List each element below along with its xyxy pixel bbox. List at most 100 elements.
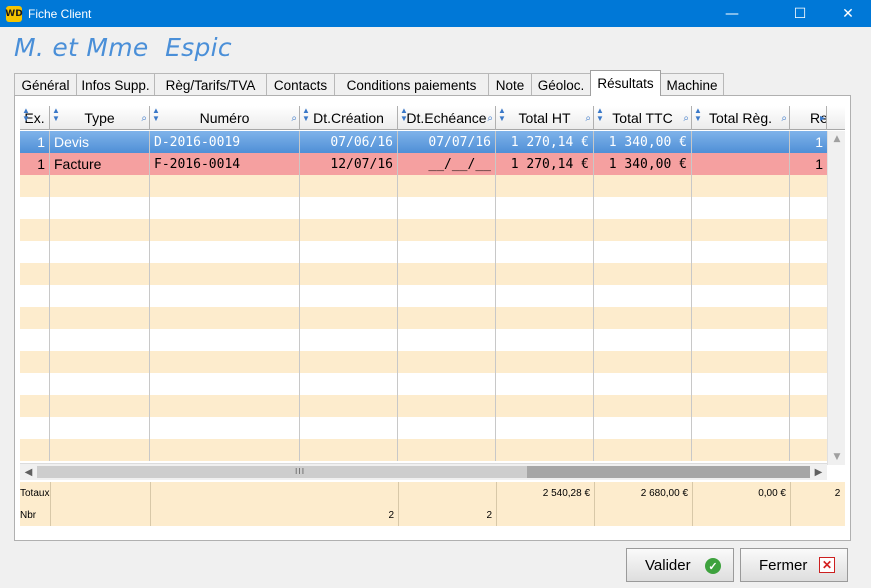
scrollbar-track[interactable] [527,466,810,478]
table-cell [790,395,827,417]
table-cell [50,329,150,351]
col-header-dt-creation[interactable]: ▲ ▼ Dt.Création [300,106,398,130]
sort-arrows-icon[interactable]: ▲ ▼ [52,107,60,123]
table-cell [496,329,594,351]
total-ht-sum: 2 540,28 € [542,487,590,499]
sort-arrows-icon[interactable]: ▲ ▼ [400,107,408,123]
horizontal-scrollbar[interactable]: ◀ III ▶ [20,463,827,480]
table-cell [398,373,496,395]
table-row[interactable] [20,241,827,263]
magnifier-icon[interactable]: ⌕ [585,113,591,124]
magnifier-icon[interactable]: ⌕ [781,113,787,124]
table-row[interactable] [20,439,827,461]
tab-machine[interactable]: Machine [660,73,724,96]
scroll-up-icon[interactable]: ▲ [828,131,846,147]
col-header-total-ttc[interactable]: ▲ ▼ Total TTC ⌕ [594,106,692,130]
sort-arrows-icon[interactable]: ▲ ▼ [302,107,310,123]
maximize-button[interactable]: ☐ [777,0,823,27]
tab-contacts[interactable]: Contacts [266,73,335,96]
table-cell [790,329,827,351]
table-row[interactable] [20,219,827,241]
cell-dt-echeance: __/__/__ [398,153,496,175]
table-row[interactable] [20,197,827,219]
tab-conditions-paiements[interactable]: Conditions paiements [334,73,489,96]
sort-arrows-icon[interactable]: ▲ ▼ [596,107,604,123]
table-cell [300,197,398,219]
table-cell [790,219,827,241]
table-row-facture[interactable]: 1 Facture F-2016-0014 12/07/16 __/__/__ … [20,153,827,175]
table-row[interactable] [20,175,827,197]
col-header-numero[interactable]: ▲ ▼ Numéro ⌕ [150,106,300,130]
close-button[interactable]: Fermer ✕ [740,548,848,582]
col-header-type[interactable]: ▲ ▼ Type ⌕ [50,106,150,130]
table-cell [692,285,790,307]
tab-reg-tarifs-tva[interactable]: Règ/Tarifs/TVA [154,73,267,96]
table-cell [300,219,398,241]
scroll-down-icon[interactable]: ▼ [828,449,846,465]
close-window-button[interactable]: ✕ [825,0,871,27]
table-cell [300,241,398,263]
table-cell [692,307,790,329]
table-cell [790,351,827,373]
table-cell [692,175,790,197]
tab-infos-supp[interactable]: Infos Supp. [76,73,155,96]
tab-resultats[interactable]: Résultats [590,70,661,96]
table-row-devis[interactable]: 1 Devis D-2016-0019 07/06/16 07/07/16 1 … [20,131,827,153]
table-cell [300,439,398,461]
grip-icon: III [295,467,306,476]
table-row[interactable] [20,329,827,351]
table-cell [20,439,50,461]
scroll-right-small-icon[interactable]: ▸ [820,113,825,124]
cell-re: 1 [815,156,823,172]
window-title: Fiche Client [28,6,92,21]
table-cell [150,263,300,285]
sort-arrows-icon[interactable]: ▲ ▼ [22,107,30,123]
table-row[interactable] [20,351,827,373]
minimize-button[interactable]: — [709,0,755,27]
tab-general[interactable]: Général [14,73,77,96]
table-cell [496,175,594,197]
table-cell [496,351,594,373]
col-header-re[interactable]: Re ▸ [790,106,827,130]
table-cell [594,329,692,351]
table-row[interactable] [20,285,827,307]
sort-arrows-icon[interactable]: ▲ ▼ [498,107,506,123]
table-cell [398,175,496,197]
table-cell [398,395,496,417]
col-header-total-reg[interactable]: ▲ ▼ Total Règ. ⌕ [692,106,790,130]
table-header: ▲ ▼ Ex. ▲ ▼ Type ⌕ ▲ ▼ Numéro ⌕ ▲ ▼ Dt.Créat… [20,106,845,130]
table-cell [692,439,790,461]
table-cell [594,439,692,461]
table-row[interactable] [20,373,827,395]
table-row[interactable] [20,263,827,285]
tab-geoloc[interactable]: Géoloc. [531,73,591,96]
sort-arrows-icon[interactable]: ▲ ▼ [152,107,160,123]
sort-arrows-icon[interactable]: ▲ ▼ [694,107,702,123]
magnifier-icon[interactable]: ⌕ [487,113,493,124]
table-cell [150,329,300,351]
total-re-sum: 2 [834,487,841,499]
scrollbar-thumb[interactable]: III [37,466,527,478]
scroll-right-icon[interactable]: ▶ [810,464,827,481]
table-row[interactable] [20,395,827,417]
tab-note[interactable]: Note [488,73,532,96]
magnifier-icon[interactable]: ⌕ [291,113,297,124]
table-cell [692,197,790,219]
scroll-left-icon[interactable]: ◀ [20,464,37,481]
table-cell [398,439,496,461]
table-cell [398,241,496,263]
table-cell [20,219,50,241]
magnifier-icon[interactable]: ⌕ [141,113,147,124]
validate-button[interactable]: Valider ✓ [626,548,734,582]
col-header-dt-echeance[interactable]: ▲ ▼ Dt.Echéance ⌕ [398,106,496,130]
results-table: ▲ ▼ Ex. ▲ ▼ Type ⌕ ▲ ▼ Numéro ⌕ ▲ ▼ Dt.Créat… [20,106,845,465]
vertical-scrollbar[interactable]: ▲ ▼ [827,131,845,465]
table-cell [594,241,692,263]
table-cell [300,263,398,285]
col-header-total-ht[interactable]: ▲ ▼ Total HT ⌕ [496,106,594,130]
close-x-icon: ✕ [819,557,835,573]
table-row[interactable] [20,307,827,329]
table-row[interactable] [20,417,827,439]
magnifier-icon[interactable]: ⌕ [683,113,689,124]
col-header-ex[interactable]: ▲ ▼ Ex. [20,106,50,130]
